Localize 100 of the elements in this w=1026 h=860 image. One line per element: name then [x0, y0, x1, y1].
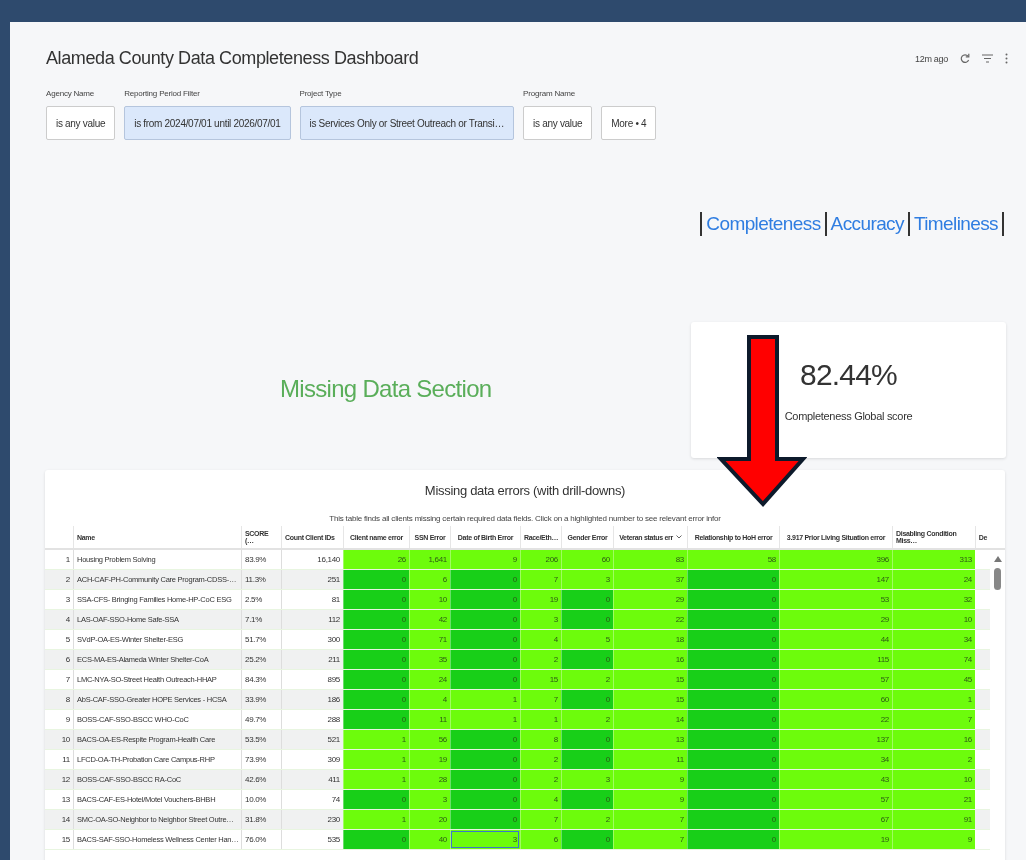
heatmap-cell[interactable]: 24 [892, 570, 975, 589]
heatmap-cell[interactable]: 6 [520, 830, 561, 849]
heatmap-cell[interactable]: 2 [561, 710, 613, 729]
heatmap-cell[interactable]: 53 [779, 590, 892, 609]
heatmap-cell[interactable]: 3 [561, 770, 613, 789]
heatmap-cell[interactable]: 147 [779, 570, 892, 589]
heatmap-cell[interactable]: 7 [520, 690, 561, 709]
heatmap-cell[interactable]: 4 [520, 790, 561, 809]
more-options-icon[interactable] [1005, 53, 1008, 64]
heatmap-cell[interactable]: 0 [343, 690, 409, 709]
heatmap-cell[interactable]: 57 [779, 670, 892, 689]
heatmap-cell[interactable]: 0 [687, 690, 779, 709]
heatmap-cell[interactable]: 0 [343, 570, 409, 589]
heatmap-cell[interactable]: 7 [520, 810, 561, 829]
heatmap-cell[interactable]: 0 [343, 630, 409, 649]
heatmap-cell[interactable]: 0 [343, 650, 409, 669]
heatmap-cell[interactable]: 1 [450, 710, 520, 729]
heatmap-cell[interactable]: 313 [892, 550, 975, 569]
heatmap-cell[interactable]: 0 [687, 830, 779, 849]
heatmap-cell[interactable]: 4 [409, 690, 450, 709]
heatmap-cell[interactable]: 2 [520, 770, 561, 789]
heatmap-cell[interactable]: 7 [613, 830, 687, 849]
heatmap-cell[interactable]: 19 [409, 750, 450, 769]
heatmap-cell[interactable]: 10 [892, 770, 975, 789]
scrollbar-thumb[interactable] [994, 568, 1001, 590]
filter-value-button[interactable]: is any value [523, 106, 593, 140]
heatmap-cell[interactable]: 7 [520, 570, 561, 589]
heatmap-cell[interactable]: 0 [561, 730, 613, 749]
heatmap-cell[interactable]: 0 [561, 830, 613, 849]
nav-link[interactable]: Timeliness [913, 213, 998, 235]
heatmap-cell[interactable]: 42 [409, 610, 450, 629]
heatmap-cell[interactable]: 1 [343, 750, 409, 769]
heatmap-cell[interactable]: 32 [892, 590, 975, 609]
heatmap-cell[interactable]: 0 [343, 830, 409, 849]
heatmap-cell[interactable]: 0 [343, 790, 409, 809]
heatmap-cell[interactable]: 3 [409, 790, 450, 809]
heatmap-cell[interactable]: 43 [779, 770, 892, 789]
heatmap-cell[interactable]: 137 [779, 730, 892, 749]
heatmap-cell[interactable]: 1 [343, 730, 409, 749]
heatmap-cell[interactable]: 9 [613, 770, 687, 789]
heatmap-cell[interactable]: 11 [613, 750, 687, 769]
heatmap-cell[interactable]: 24 [409, 670, 450, 689]
heatmap-cell[interactable]: 9 [613, 790, 687, 809]
heatmap-cell[interactable]: 18 [613, 630, 687, 649]
heatmap-cell[interactable]: 9 [450, 550, 520, 569]
heatmap-cell[interactable]: 37 [613, 570, 687, 589]
heatmap-cell[interactable]: 22 [613, 610, 687, 629]
heatmap-cell[interactable]: 3 [561, 570, 613, 589]
heatmap-cell[interactable]: 0 [343, 670, 409, 689]
heatmap-cell[interactable]: 0 [450, 590, 520, 609]
heatmap-cell[interactable]: 0 [687, 730, 779, 749]
heatmap-cell[interactable]: 22 [779, 710, 892, 729]
heatmap-cell[interactable]: 11 [409, 710, 450, 729]
heatmap-cell[interactable]: 15 [520, 670, 561, 689]
heatmap-cell[interactable]: 5 [561, 630, 613, 649]
heatmap-cell[interactable]: 0 [687, 750, 779, 769]
heatmap-cell[interactable]: 58 [687, 550, 779, 569]
heatmap-cell[interactable]: 206 [520, 550, 561, 569]
heatmap-cell[interactable]: 56 [409, 730, 450, 749]
heatmap-cell[interactable]: 91 [892, 810, 975, 829]
heatmap-cell[interactable]: 34 [892, 630, 975, 649]
heatmap-cell[interactable]: 40 [409, 830, 450, 849]
heatmap-cell[interactable]: 71 [409, 630, 450, 649]
filter-value-button[interactable]: is any value [46, 106, 116, 140]
heatmap-cell[interactable]: 1 [520, 710, 561, 729]
heatmap-cell[interactable]: 4 [520, 630, 561, 649]
heatmap-cell[interactable]: 0 [687, 770, 779, 789]
heatmap-cell[interactable]: 7 [613, 810, 687, 829]
heatmap-cell[interactable]: 67 [779, 810, 892, 829]
heatmap-cell[interactable]: 13 [613, 730, 687, 749]
heatmap-cell[interactable]: 0 [561, 790, 613, 809]
heatmap-cell[interactable]: 1 [343, 810, 409, 829]
heatmap-cell[interactable]: 0 [687, 570, 779, 589]
heatmap-cell[interactable]: 1 [343, 770, 409, 789]
heatmap-cell[interactable]: 2 [561, 670, 613, 689]
heatmap-cell[interactable]: 0 [450, 670, 520, 689]
heatmap-cell[interactable]: 2 [892, 750, 975, 769]
heatmap-cell[interactable]: 19 [520, 590, 561, 609]
heatmap-cell[interactable]: 1,641 [409, 550, 450, 569]
heatmap-cell[interactable]: 7 [892, 710, 975, 729]
heatmap-cell[interactable]: 0 [561, 750, 613, 769]
filter-value-button[interactable]: is Services Only or Street Outreach or Transi… [299, 106, 515, 140]
nav-link[interactable]: Completeness [706, 213, 821, 235]
heatmap-cell[interactable]: 0 [687, 650, 779, 669]
heatmap-cell[interactable]: 0 [687, 810, 779, 829]
heatmap-cell[interactable]: 57 [779, 790, 892, 809]
heatmap-cell[interactable]: 2 [520, 650, 561, 669]
heatmap-cell[interactable]: 60 [561, 550, 613, 569]
heatmap-cell[interactable]: 44 [779, 630, 892, 649]
heatmap-cell[interactable]: 0 [687, 670, 779, 689]
heatmap-cell[interactable]: 14 [613, 710, 687, 729]
heatmap-cell[interactable]: 83 [613, 550, 687, 569]
heatmap-cell[interactable]: 29 [779, 610, 892, 629]
heatmap-cell[interactable]: 34 [779, 750, 892, 769]
heatmap-cell[interactable]: 0 [450, 570, 520, 589]
heatmap-cell[interactable]: 20 [409, 810, 450, 829]
heatmap-cell[interactable]: 74 [892, 650, 975, 669]
heatmap-cell[interactable]: 0 [450, 790, 520, 809]
heatmap-cell[interactable]: 10 [892, 610, 975, 629]
heatmap-cell[interactable]: 0 [343, 610, 409, 629]
